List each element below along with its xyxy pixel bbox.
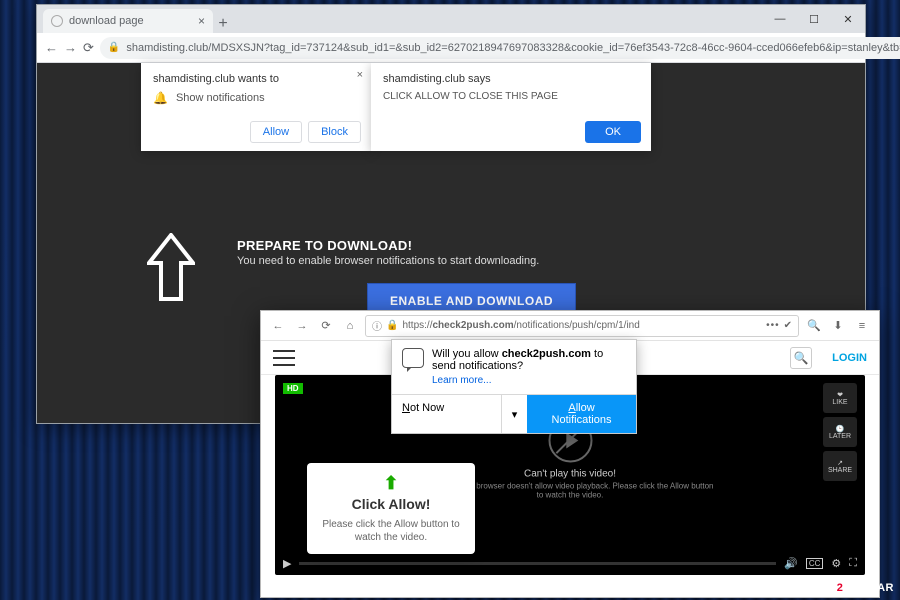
play-icon[interactable]: ▶ [283, 557, 291, 570]
hamburger-menu[interactable] [273, 350, 295, 366]
callout-heading: Click Allow! [319, 496, 463, 512]
bell-icon: 🔔 [153, 91, 168, 105]
js-alert-dialog: shamdisting.club says CLICK ALLOW TO CLO… [371, 63, 651, 151]
ff-library-icon[interactable]: ≡ [853, 320, 871, 332]
window-controls: — ☐ ✕ [763, 5, 865, 33]
tab-close-icon[interactable]: × [198, 14, 205, 28]
maximize-button[interactable]: ☐ [797, 5, 831, 33]
click-allow-callout: ⬆ Click Allow! Please click the Allow bu… [307, 463, 475, 554]
speech-bubble-icon [402, 348, 424, 368]
volume-icon[interactable]: 🔊 [784, 557, 798, 570]
minimize-button[interactable]: — [763, 5, 797, 33]
block-button[interactable]: Block [308, 121, 361, 143]
favicon-icon [51, 15, 63, 27]
video-side-actions: ❤LIKE 🕒LATER ↗SHARE [823, 383, 857, 481]
share-button[interactable]: ↗SHARE [823, 451, 857, 481]
like-button[interactable]: ❤LIKE [823, 383, 857, 413]
popup-origin: shamdisting.club wants to [153, 73, 359, 85]
titlebar: download page × + — ☐ ✕ [37, 5, 865, 33]
ff-url-text: https://check2push.com/notifications/pus… [402, 320, 639, 331]
lock-icon: 🔒 [108, 42, 120, 53]
allow-notifications-button[interactable]: Allow Notifications [527, 395, 636, 433]
watermark: 2SPYWAR [837, 582, 894, 594]
browser-tab[interactable]: download page × [43, 9, 213, 33]
site-search-icon[interactable]: 🔍 [790, 347, 812, 369]
progress-bar[interactable] [299, 562, 776, 565]
tab-title: download page [69, 15, 144, 27]
info-icon[interactable]: ⓘ [372, 318, 382, 333]
url-text: shamdisting.club/MDSXSJN?tag_id=737124&s… [126, 42, 900, 54]
ff-back-button[interactable]: ← [269, 320, 287, 332]
back-button[interactable]: ← [45, 39, 58, 57]
ff-reload-button[interactable]: ⟳ [317, 319, 335, 332]
green-arrow-icon: ⬆ [319, 473, 463, 494]
ff-search-icon[interactable]: 🔍 [805, 319, 823, 332]
alert-origin: shamdisting.club says [383, 73, 639, 85]
ff-address-bar: ← → ⟳ ⌂ ⓘ 🔒 https://check2push.com/notif… [261, 311, 879, 341]
ff-forward-button[interactable]: → [293, 320, 311, 332]
reload-button[interactable]: ⟳ [83, 39, 94, 57]
address-bar: ← → ⟳ 🔒 shamdisting.club/MDSXSJN?tag_id=… [37, 33, 865, 63]
later-button[interactable]: 🕒LATER [823, 417, 857, 447]
alert-ok-button[interactable]: OK [585, 121, 641, 143]
learn-more-link[interactable]: Learn more... [432, 375, 626, 386]
arrow-up-icon [147, 233, 195, 303]
reader-icon[interactable]: ✔ [784, 320, 792, 331]
allow-button[interactable]: Allow [250, 121, 302, 143]
ff-notif-question: Will you allow check2push.com to send no… [432, 348, 626, 372]
forward-button[interactable]: → [64, 39, 77, 57]
login-link[interactable]: LOGIN [832, 352, 867, 364]
url-input[interactable]: 🔒 shamdisting.club/MDSXSJN?tag_id=737124… [100, 37, 900, 59]
new-tab-button[interactable]: + [213, 15, 233, 33]
prompt-text: You need to enable browser notifications… [237, 255, 539, 267]
tracking-icon[interactable]: ••• [766, 320, 780, 331]
download-prompt: PREPARE TO DOWNLOAD! You need to enable … [237, 238, 539, 267]
not-now-button[interactable]: Not Now [392, 395, 501, 433]
callout-text: Please click the Allow button to watch t… [319, 518, 463, 544]
ff-url-input[interactable]: ⓘ 🔒 https://check2push.com/notifications… [365, 315, 799, 337]
ff-download-icon[interactable]: ⬇ [829, 319, 847, 332]
ff-home-button[interactable]: ⌂ [341, 320, 359, 332]
popup-close-icon[interactable]: × [357, 69, 363, 81]
cc-icon[interactable]: CC [806, 558, 824, 569]
firefox-window: ← → ⟳ ⌂ ⓘ 🔒 https://check2push.com/notif… [260, 310, 880, 598]
hd-badge: HD [283, 383, 303, 394]
popup-permission-text: Show notifications [176, 92, 265, 104]
prompt-heading: PREPARE TO DOWNLOAD! [237, 238, 539, 253]
video-controls: ▶ 🔊 CC ⚙ ⛶ [275, 551, 865, 575]
not-now-dropdown[interactable]: ▾ [501, 395, 527, 433]
close-button[interactable]: ✕ [831, 5, 865, 33]
notification-permission-popup: × shamdisting.club wants to 🔔 Show notif… [141, 63, 371, 151]
ff-notification-popup: Will you allow check2push.com to send no… [391, 339, 637, 434]
settings-icon[interactable]: ⚙ [831, 557, 841, 570]
ff-lock-icon: 🔒 [386, 320, 398, 331]
alert-message: CLICK ALLOW TO CLOSE THIS PAGE [383, 91, 639, 102]
fullscreen-icon[interactable]: ⛶ [849, 557, 857, 570]
